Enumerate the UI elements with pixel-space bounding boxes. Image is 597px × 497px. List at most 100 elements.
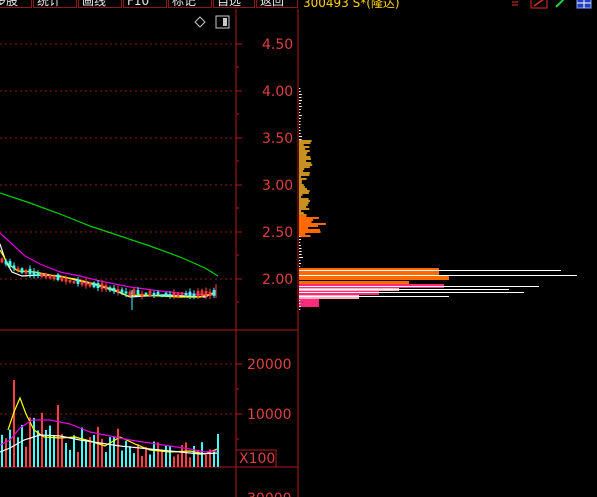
volume-profile-bar xyxy=(299,231,321,233)
grid-toggle-icon[interactable] xyxy=(576,0,592,9)
volume-bar xyxy=(13,380,15,467)
tab-mark[interactable]: 标记 xyxy=(168,0,212,8)
candle-body xyxy=(76,279,80,284)
ma-long-line xyxy=(0,192,219,277)
volume-profile-bar xyxy=(299,180,302,182)
volume-bar xyxy=(157,442,159,467)
tab-multi-stock[interactable]: 多股 xyxy=(0,0,32,8)
candle-body xyxy=(28,268,32,275)
volume-average-lines xyxy=(0,396,218,455)
candle-body xyxy=(160,294,164,297)
candle-body xyxy=(56,274,60,281)
tab-statistics[interactable]: 统计 xyxy=(33,0,77,8)
candle-body xyxy=(184,293,188,295)
price-axis-ticks xyxy=(236,43,242,303)
volume-bar xyxy=(165,444,167,467)
volume-bar xyxy=(33,417,35,467)
volume-profile-bar xyxy=(299,239,301,240)
candle-body xyxy=(192,293,196,296)
candle-body xyxy=(124,291,128,294)
volume-profile-bar xyxy=(299,154,307,156)
volume-profile-bar xyxy=(299,136,302,137)
volume-profile-bar xyxy=(299,148,306,150)
tab-back[interactable]: 返回 xyxy=(256,0,298,8)
volume-bar xyxy=(145,446,147,467)
volume-profile-bar xyxy=(299,219,314,221)
volume-bar xyxy=(129,446,131,467)
volume-profile-bar xyxy=(299,296,449,297)
volume-bar xyxy=(29,417,31,467)
volume-profile-bar xyxy=(299,227,309,229)
volume-profile-bar xyxy=(299,162,312,164)
volume-profile-bar xyxy=(299,251,302,252)
tab-draw-line[interactable]: 画线 xyxy=(78,0,122,8)
volume-profile-bar xyxy=(299,188,308,190)
volume-profile-bar xyxy=(299,303,301,304)
volume-profile-bar xyxy=(299,217,319,219)
volume-bar xyxy=(25,446,27,467)
volume-profile-bar xyxy=(299,292,524,293)
volume-profile-bar xyxy=(299,212,304,214)
candle-body xyxy=(20,268,24,273)
volume-profile-bar xyxy=(299,221,312,223)
volume-profile-bar xyxy=(299,306,301,307)
candle-body xyxy=(168,294,172,296)
volume-profile-bar xyxy=(299,192,309,194)
volume-ma-magenta-line xyxy=(0,419,218,453)
volume-profile-bar xyxy=(299,257,303,258)
dropdown-marker-icon[interactable] xyxy=(510,0,520,8)
volume-profile-bar xyxy=(299,299,319,307)
diamond-icon[interactable] xyxy=(194,16,206,28)
candle-body xyxy=(36,272,40,276)
tab-watchlist[interactable]: 自选 xyxy=(213,0,255,8)
candle-body xyxy=(144,292,148,295)
volume-profile-bar xyxy=(299,182,302,184)
volume-tick-label: 10000 xyxy=(247,407,292,423)
candle-body xyxy=(96,283,100,289)
volume-profile-bar xyxy=(299,156,311,158)
pen-icon[interactable] xyxy=(554,0,566,9)
volume-profile-bar xyxy=(299,286,539,287)
volume-profile-bar xyxy=(299,276,449,280)
volume-bar xyxy=(21,424,23,467)
volume-profile-bar xyxy=(299,124,301,125)
volume-bar xyxy=(185,442,187,467)
volume-profile-bar xyxy=(299,100,302,101)
panel-toggle-icon[interactable] xyxy=(215,15,230,29)
volume-profile-bar xyxy=(299,198,309,200)
volume-gridlines xyxy=(0,363,236,415)
volume-profile-bar xyxy=(299,233,306,235)
volume-bar xyxy=(173,456,175,467)
volume-profile-bar xyxy=(299,174,310,176)
tab-f10[interactable]: F10 xyxy=(123,0,167,8)
candle-body xyxy=(212,290,216,296)
volume-profile-bar xyxy=(299,202,309,204)
volume-profile-bar xyxy=(299,186,305,188)
volume-bar xyxy=(177,454,179,467)
volume-profile-bar xyxy=(299,196,302,198)
ma-white-line xyxy=(0,243,216,298)
volume-bar xyxy=(77,451,79,467)
volume-profile-bar xyxy=(299,254,302,255)
volume-unit-label: X100 xyxy=(239,451,275,467)
volume-profile-bar xyxy=(299,150,310,152)
draw-toggle-icon[interactable] xyxy=(530,0,548,9)
volume-profile-bar xyxy=(299,109,301,110)
volume-profile-bar xyxy=(299,178,307,180)
volume-bar xyxy=(133,453,135,467)
top-toolbar: 多股 统计 画线 F10 标记 自选 返回 300493 S*(隆达) xyxy=(0,0,597,10)
candle-body xyxy=(112,287,116,292)
volume-profile-bar xyxy=(299,223,326,225)
volume-bar xyxy=(189,457,191,467)
volume-bar xyxy=(141,455,143,467)
volume-profile-bar xyxy=(299,103,301,104)
volume-profile-bar xyxy=(299,281,409,284)
volume-profile-bar xyxy=(299,289,509,290)
volume-profile-bar xyxy=(299,139,302,140)
volume-profile-bar xyxy=(299,106,302,107)
volume-bar xyxy=(65,442,67,467)
candle-body xyxy=(120,289,124,293)
volume-profile-bar xyxy=(299,130,301,131)
price-tick-label: 3.50 xyxy=(262,131,293,147)
volume-profile-bar xyxy=(299,242,301,243)
